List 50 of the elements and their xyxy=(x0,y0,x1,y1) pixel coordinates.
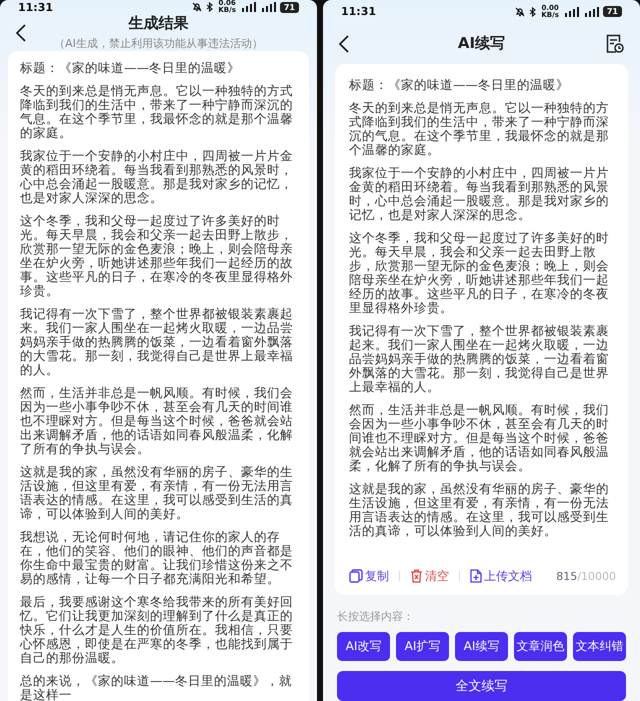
paragraph: 最后，我要感谢这个寒冬给我带来的所有美好回忆。它们让我更加深刻的理解到了什么是真正的快乐，什么才是人生的价值所在。我相信，只要心怀感恩，即使是在严寒的冬季，也能找到属于自己的那份温暖。 xyxy=(20,595,294,665)
signal-icon xyxy=(240,2,256,12)
bluetooth-icon xyxy=(529,6,538,17)
signal-icon xyxy=(562,6,579,17)
action-button[interactable]: 文章润色 xyxy=(514,632,567,661)
bluetooth-icon xyxy=(206,2,214,12)
action-button[interactable]: AI续写 xyxy=(455,632,508,661)
page-title: 生成结果 xyxy=(128,14,188,33)
action-button[interactable]: 文本纠错 xyxy=(573,632,626,661)
copy-button[interactable]: 复制 xyxy=(349,568,389,585)
continue-writing-button[interactable]: 全文续写 xyxy=(337,670,626,701)
signal-icon xyxy=(582,6,599,17)
battery-level: 71 xyxy=(280,2,299,12)
status-time: 11:31 xyxy=(18,0,54,14)
trash-icon xyxy=(410,569,423,584)
back-icon[interactable] xyxy=(339,34,349,53)
paragraph: 我家位于一个安静的小村庄中，四周被一片片金黄的稻田环绕着。每当我看到那熟悉的风景时，心中总会涌起一股暖意。那是我对家乡的记忆，也是对家人深深的思念。 xyxy=(349,166,610,222)
paragraph: 这就是我的家，虽然没有华丽的房子、豪华的生活设施，但这里有爱，有亲情，有一份无法用言语表达的情感。在这里，我可以感受到生活的真谛，可以体验到人间的美好。 xyxy=(20,465,294,521)
paragraph: 这个冬季，我和父母一起度过了许多美好的时光。每天早晨，我会和父亲一起去田野上散步，欣赏那一望无际的金色麦浪；晚上，则会陪母亲坐在炉火旁，听她讲述那些年我们一起经历的故事。这些平凡的日子，在寒冷的冬夜里显得格外珍贵。 xyxy=(20,214,294,298)
action-button[interactable]: AI改写 xyxy=(337,632,390,661)
upload-button[interactable]: 上传文档 xyxy=(470,568,532,585)
copy-icon xyxy=(349,569,363,584)
hint-text: 长按选择内容： xyxy=(337,608,415,624)
bell-off-icon xyxy=(515,6,526,17)
page-subtitle: （AI生成，禁止利用该功能从事违法活动） xyxy=(54,36,263,51)
status-time: 11:31 xyxy=(341,5,376,18)
character-limit: /10000 xyxy=(577,570,616,583)
paragraph: 总的来说，《家的味道——冬日里的温暖》，就是这样一 xyxy=(20,674,293,701)
paragraph: 这个冬季，我和父母一起度过了许多美好的时光。每天早晨，我会和父亲一起去田野上散步，欣赏那一望无际的金色麦浪；晚上，则会陪母亲坐在炉火旁，听她讲述那些年我们一起经历的故事。这些平凡的日子，在寒冷的冬夜里显得格外珍贵。 xyxy=(349,230,610,315)
paragraph: 我想说，无论何时何地，请记住你的家人的存在，他们的笑容、他们的眼神、他们的声音都是你生命中最宝贵的财富。让我们珍惜这份来之不易的感情，让每一个日子都充满阳光和希望。 xyxy=(20,530,294,586)
paragraph: 我记得有一次下雪了，整个世界都被银装素裹起来。我们一家人围坐在一起烤火取暖，一边品尝妈妈亲手做的热腾腾的饭菜，一边看着窗外飘落的大雪花。那一刻，我觉得自己是世界上最幸福的人。 xyxy=(349,324,610,394)
battery-level: 71 xyxy=(602,6,622,18)
paragraph: 然而，生活并非总是一帆风顺。有时候，我们会因为一些小事争吵不休，甚至会有几天的时间谁也不理睬对方。但是每当这个时候，爸爸就会站出来调解矛盾，他的话语如同春风般温柔，化解了所有的争执与误会。 xyxy=(349,402,610,473)
paragraph: 然而，生活并非总是一帆风顺。有时候，我们会因为一些小事争吵不休，甚至会有几天的时间谁也不理睬对方。但是每当这个时候，爸爸就会站出来调解矛盾，他的话语如同春风般温柔，化解了所有的争执与误会。 xyxy=(20,386,294,456)
history-icon[interactable] xyxy=(606,34,624,54)
action-button[interactable]: AI扩写 xyxy=(396,632,449,661)
paragraph: 冬天的到来总是悄无声息。它以一种独特的方式降临到我们的生活中，带来了一种宁静而深沉的气息。在这个季节里，我最怀念的就是那个温馨的家庭。 xyxy=(349,100,610,157)
file-plus-icon xyxy=(470,569,482,584)
paragraph: 标题：《家的味道——冬日里的温暖》 xyxy=(349,78,570,92)
bell-off-icon xyxy=(192,2,202,12)
paragraph: 我家位于一个安静的小村庄中，四周被一片片金黄的稻田环绕着。每当我看到那熟悉的风景时，心中总会涌起一股暖意。那是我对家乡的记忆，也是对家人深深的思念。 xyxy=(20,149,294,205)
back-icon[interactable] xyxy=(16,24,26,42)
paragraph: 冬天的到来总是悄无声息。它以一种独特的方式降临到我们的生活中，带来了一种宁静而深沉的气息。在这个季节里，我最怀念的就是那个温馨的家庭。 xyxy=(20,84,294,140)
character-count: 815 xyxy=(556,570,578,583)
paragraph: 标题：《家的味道——冬日里的温暖》 xyxy=(20,61,241,75)
signal-icon xyxy=(260,2,276,12)
page-title: AI续写 xyxy=(458,34,506,54)
paragraph: 我记得有一次下雪了，整个世界都被银装素裹起来。我们一家人围坐在一起烤火取暖，一边品尝妈妈亲手做的热腾腾的饭菜，一边看着窗外飘落的大雪花。那一刻，我觉得自己是世界上最幸福的人。 xyxy=(20,307,294,377)
clear-button[interactable]: 清空 xyxy=(410,568,449,585)
paragraph: 这就是我的家，虽然没有华丽的房子、豪华的生活设施，但这里有爱，有亲情，有一份无法用言语表达的情感。在这里，我可以感受到生活的真谛，可以体验到人间的美好。 xyxy=(349,482,610,538)
